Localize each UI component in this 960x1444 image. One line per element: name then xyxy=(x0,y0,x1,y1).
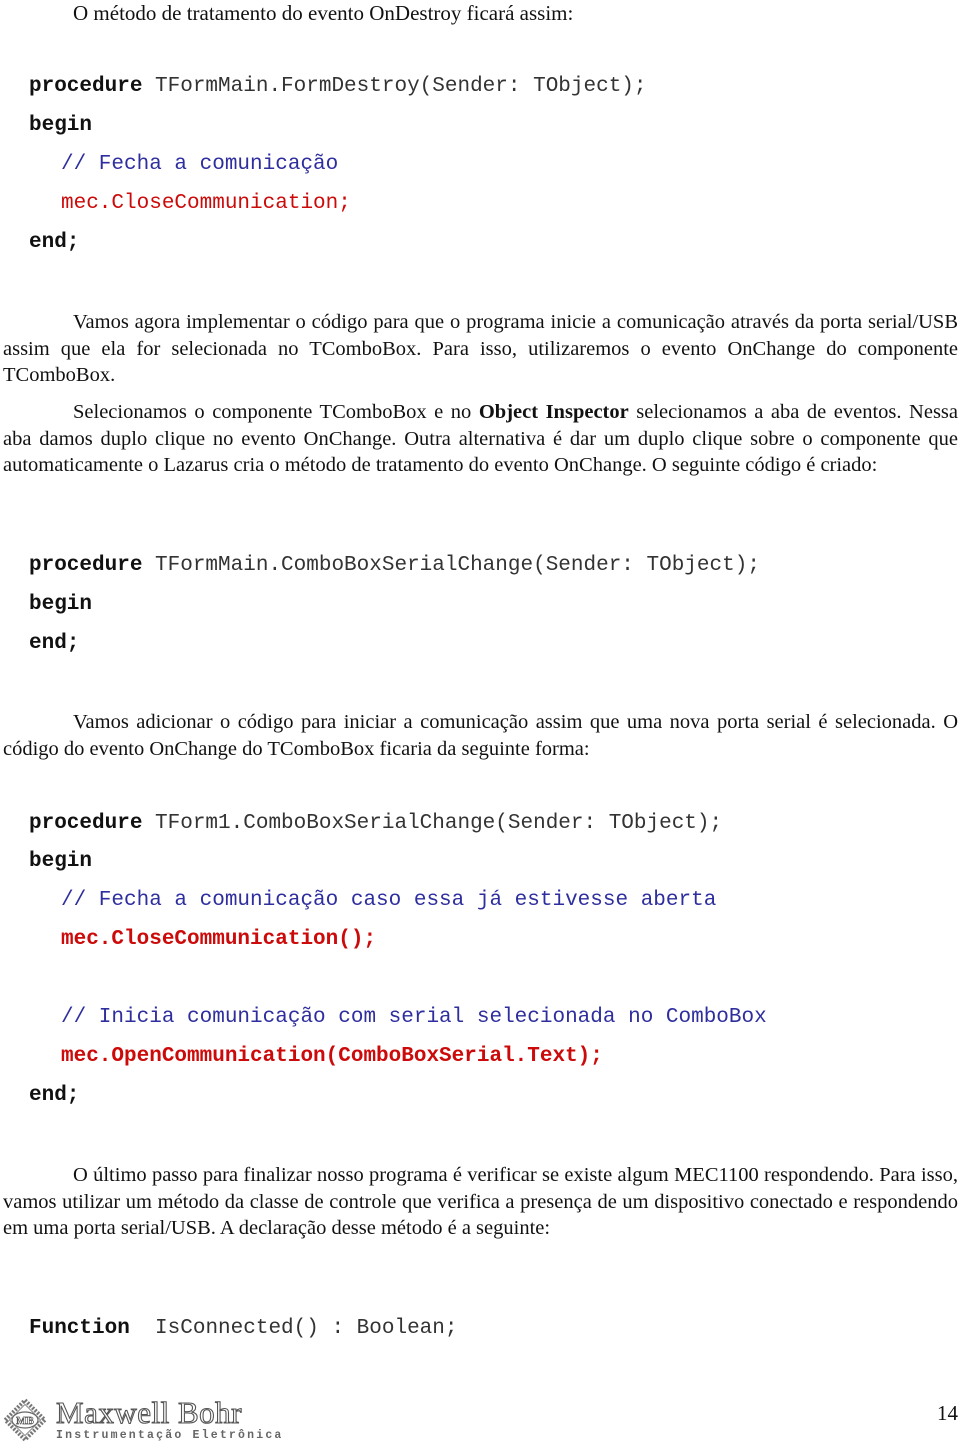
function-signature: IsConnected() : Boolean; xyxy=(129,1317,458,1340)
paragraph-4: O último passo para finalizar nosso prog… xyxy=(3,1162,958,1242)
signature-text: TFormMain.ComboBoxSerialChange(Sender: T… xyxy=(142,554,760,577)
paragraph-3: Vamos adicionar o código para iniciar a … xyxy=(3,709,958,762)
signature-text: TForm1.ComboBoxSerialChange(Sender: TObj… xyxy=(142,812,723,835)
paragraph-4-text: O último passo para finalizar nosso prog… xyxy=(3,1164,958,1239)
paragraph-1-text: Vamos agora implementar o código para qu… xyxy=(3,311,958,386)
object-inspector-term: Object Inspector xyxy=(478,401,629,423)
company-logo: MB Maxwell Bohr Instrumentação Eletrônic… xyxy=(2,1395,284,1443)
keyword-end: end; xyxy=(29,632,80,655)
svg-text:MB: MB xyxy=(16,1415,34,1427)
mb-monogram-icon: MB xyxy=(2,1397,48,1443)
code-function-declaration: Function IsConnected() : Boolean; xyxy=(29,1317,457,1341)
code-line-signature: procedure TFormMain.FormDestroy(Sender: … xyxy=(29,75,647,99)
brand-name: Maxwell Bohr xyxy=(55,1395,242,1430)
keyword-end: end; xyxy=(29,231,80,254)
keyword-begin: begin xyxy=(29,593,93,616)
keyword-function: Function xyxy=(29,1317,130,1340)
code-comment-open: // Inicia comunicação com serial selecio… xyxy=(61,1006,767,1029)
code-comment-close: // Fecha a comunicação caso essa já esti… xyxy=(61,889,717,912)
paragraph-2-text-a: Selecionamos o componente TComboBox e no xyxy=(73,401,479,423)
paragraph-3-text: Vamos adicionar o código para iniciar a … xyxy=(3,711,958,760)
brand-text: Maxwell Bohr Instrumentação Eletrônica xyxy=(55,1395,284,1442)
keyword-procedure: procedure xyxy=(29,812,143,835)
signature-text: TFormMain.FormDestroy(Sender: TObject); xyxy=(142,75,647,98)
keyword-end: end; xyxy=(29,1084,80,1107)
paragraph-2: Selecionamos o componente TComboBox e no… xyxy=(3,399,958,479)
page-number: 14 xyxy=(937,1401,958,1425)
code-call-close: mec.CloseCommunication(); xyxy=(61,928,377,951)
brand-tagline: Instrumentação Eletrônica xyxy=(56,1429,284,1442)
code-call-open: mec.OpenCommunication(ComboBoxSerial.Tex… xyxy=(61,1045,603,1068)
code-line-signature: procedure TForm1.ComboBoxSerialChange(Se… xyxy=(29,812,722,836)
code-line-signature: procedure TFormMain.ComboBoxSerialChange… xyxy=(29,554,760,578)
code-call: mec.CloseCommunication; xyxy=(61,192,351,215)
keyword-procedure: procedure xyxy=(29,75,143,98)
keyword-procedure: procedure xyxy=(29,554,143,577)
keyword-begin: begin xyxy=(29,850,93,873)
keyword-begin: begin xyxy=(29,114,93,137)
paragraph-1: Vamos agora implementar o código para qu… xyxy=(3,309,958,389)
intro-text: O método de tratamento do evento OnDestr… xyxy=(73,1,574,25)
code-comment: // Fecha a comunicação xyxy=(61,153,339,176)
